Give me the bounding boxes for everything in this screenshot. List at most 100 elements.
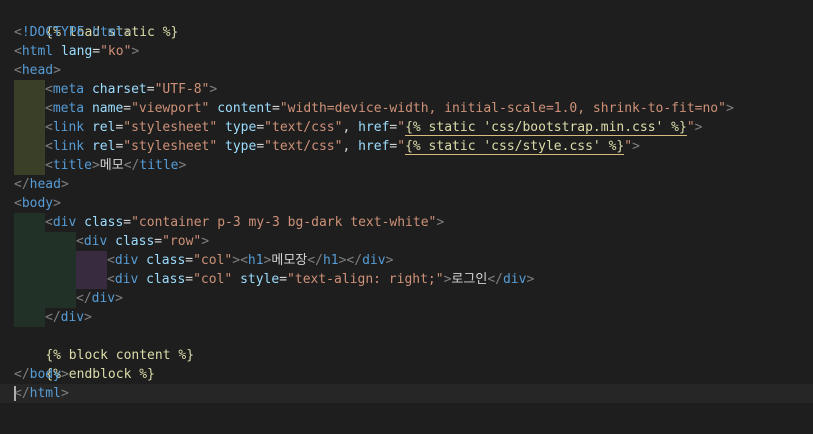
bracket: > — [84, 310, 92, 325]
tag-name: link — [52, 139, 85, 154]
tag-name: meta — [52, 101, 85, 116]
code-line-11[interactable]: <body> — [0, 194, 813, 213]
code-line-3[interactable]: <html lang="ko"> — [0, 42, 813, 61]
attr-value: "width=device-width, initial-scale=1.0, … — [279, 101, 726, 116]
bracket: > — [60, 367, 69, 382]
bracket: </ — [123, 158, 140, 173]
code-line-8[interactable]: <link rel="stylesheet" type="text/css", … — [0, 137, 813, 156]
attr-name: class — [146, 253, 186, 268]
tag-name: h1 — [322, 253, 339, 268]
bracket: > — [436, 215, 445, 230]
attr-name: lang — [60, 44, 93, 59]
bracket: > — [131, 44, 140, 59]
bracket: < — [107, 272, 115, 287]
bracket: < — [45, 139, 53, 154]
attr-value: "text-align: right;" — [287, 272, 444, 287]
bracket: > — [60, 177, 69, 192]
indent-guide — [76, 270, 107, 289]
tag-name: html — [29, 386, 61, 401]
code-editor[interactable]: {% load static %} <!DOCTYPE html> <html … — [0, 0, 813, 434]
tag-name: div — [114, 272, 139, 287]
attr-name: rel — [91, 139, 116, 154]
bracket: > — [385, 253, 394, 268]
bracket: > — [201, 234, 210, 249]
code-line-1[interactable]: {% load static %} — [0, 4, 813, 40]
tag-name: meta — [52, 82, 85, 97]
indent-guide — [45, 251, 76, 270]
bracket: >< — [232, 253, 248, 268]
tag-name: title — [52, 158, 92, 173]
bracket: </ — [487, 272, 503, 287]
tag-name: div — [83, 234, 108, 249]
attr-value: "stylesheet" — [123, 139, 218, 154]
attr-name: class — [115, 234, 155, 249]
attr-value: " — [397, 139, 406, 154]
bracket: < — [45, 158, 53, 173]
bracket: > — [694, 120, 703, 135]
code-line-12[interactable]: <div class="container p-3 my-3 bg-dark t… — [0, 213, 813, 232]
tag-name: html — [21, 44, 54, 59]
code-line-10[interactable]: </head> — [0, 175, 813, 194]
tag-name: link — [52, 120, 85, 135]
code-line-7[interactable]: <link rel="stylesheet" type="text/css", … — [0, 118, 813, 137]
equals: = — [92, 44, 101, 59]
attr-name: class — [84, 215, 124, 230]
bracket: </ — [14, 367, 30, 382]
doctype-text: !DOCTYPE html — [21, 25, 124, 40]
indent-guide — [14, 251, 45, 270]
attr-name: type — [225, 120, 257, 135]
attr-name: href — [358, 139, 390, 154]
heading-text: 메모장 — [271, 253, 308, 268]
code-line-16[interactable]: </div> — [0, 289, 813, 308]
indent-guide — [14, 270, 45, 289]
attr-value: "ko" — [100, 44, 132, 59]
attr-name: content — [217, 101, 273, 116]
tag-name: div — [91, 291, 116, 306]
attr-name: style — [240, 272, 280, 287]
code-line-5[interactable]: <meta charset="UTF-8"> — [0, 80, 813, 99]
tag-name: div — [60, 310, 85, 325]
attr-value: "text/css" — [264, 120, 343, 135]
bracket: < — [14, 44, 22, 59]
attr-name: href — [358, 120, 390, 135]
code-line-9[interactable]: <title>메모</title> — [0, 156, 813, 175]
code-line-14[interactable]: <div class="col"><h1>메모장</h1></div> — [0, 251, 813, 270]
attr-value: "col" — [193, 272, 233, 287]
bracket: < — [45, 82, 53, 97]
code-line-17[interactable]: </div> — [0, 308, 813, 327]
attr-value: "stylesheet" — [123, 120, 218, 135]
tag-name: div — [52, 215, 77, 230]
attr-name: type — [225, 139, 257, 154]
bracket: < — [14, 63, 22, 78]
code-line-20[interactable]: </body> — [0, 365, 813, 384]
tag-name: body — [29, 367, 61, 382]
bracket: > — [53, 196, 61, 211]
bracket: > — [209, 82, 218, 97]
tag-name: div — [502, 272, 527, 287]
indent-guide — [45, 270, 76, 289]
code-line-2[interactable]: <!DOCTYPE html> — [0, 23, 813, 42]
bracket: < — [107, 253, 115, 268]
code-line-19[interactable]: {% endblock %} — [0, 346, 813, 382]
indent-guide — [14, 232, 45, 251]
indent-guide — [45, 232, 76, 251]
attr-value: "viewport" — [131, 101, 210, 116]
template-tag: {% static 'css/bootstrap.min.css' %} — [405, 120, 687, 136]
code-line-6[interactable]: <meta name="viewport" content="width=dev… — [0, 99, 813, 118]
tag-name: head — [21, 63, 54, 78]
attr-name: name — [91, 101, 124, 116]
bracket: < — [76, 234, 84, 249]
attr-value: "UTF-8" — [154, 82, 210, 97]
bracket: > — [60, 386, 69, 401]
bracket: </ — [76, 291, 92, 306]
code-line-4[interactable]: <head> — [0, 61, 813, 80]
indent-guide — [45, 289, 76, 308]
code-line-13[interactable]: <div class="row"> — [0, 232, 813, 251]
code-line-21[interactable]: </html> — [0, 384, 813, 403]
code-line-15[interactable]: <div class="col" style="text-align: righ… — [0, 270, 813, 289]
attr-name: class — [146, 272, 186, 287]
code-line-18[interactable]: {% block content %} — [0, 327, 813, 363]
bracket: < — [14, 196, 22, 211]
bracket: </ — [307, 253, 323, 268]
bracket: </ — [14, 386, 30, 401]
